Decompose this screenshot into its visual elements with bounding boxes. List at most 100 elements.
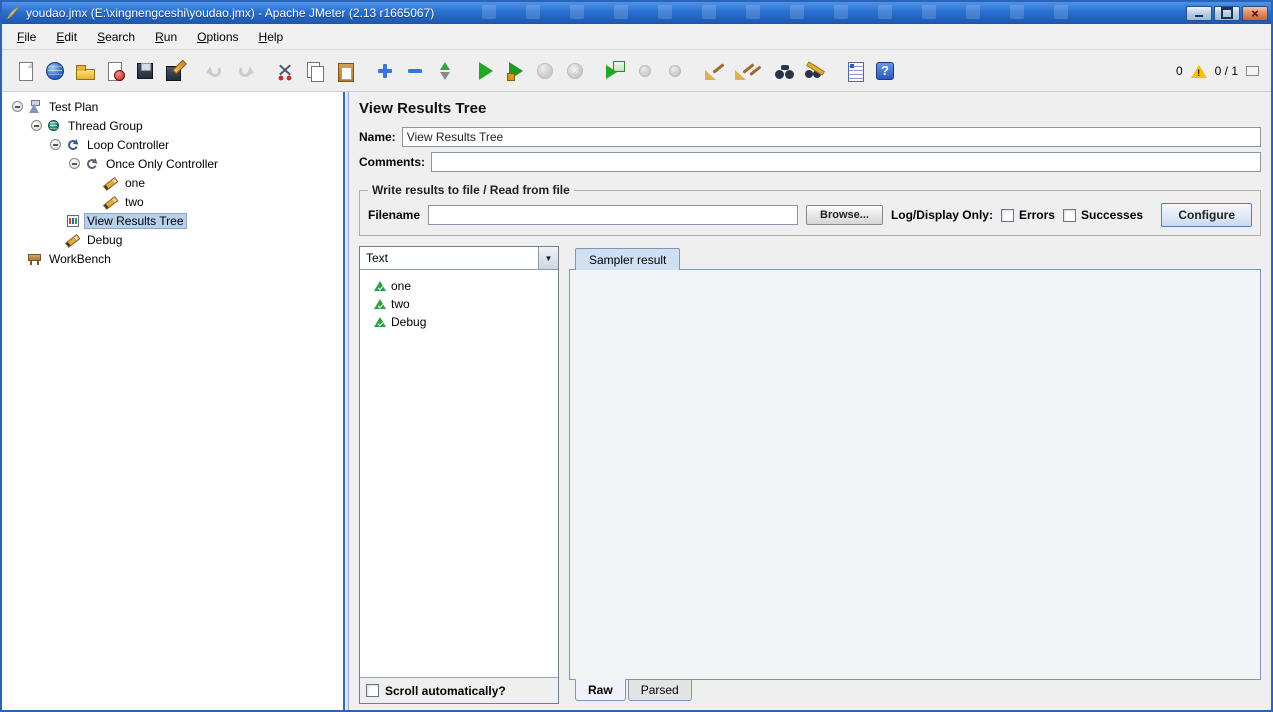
- tree-node-thread-group[interactable]: Thread Group: [2, 116, 343, 135]
- chevron-down-icon[interactable]: [538, 247, 558, 269]
- tree-node-debug[interactable]: Debug: [2, 230, 343, 249]
- collapse-all-button[interactable]: [400, 56, 430, 86]
- save-as-button[interactable]: [160, 56, 190, 86]
- warning-count: 0: [1175, 63, 1183, 78]
- cut-button[interactable]: [270, 56, 300, 86]
- result-item-two[interactable]: two: [360, 295, 558, 313]
- result-item-debug[interactable]: Debug: [360, 313, 558, 331]
- tab-raw[interactable]: Raw: [575, 679, 626, 701]
- shutdown-icon: [563, 59, 587, 83]
- stop-icon: [533, 59, 557, 83]
- menu-file[interactable]: File: [8, 26, 45, 48]
- tree-expand-handle[interactable]: [31, 120, 42, 131]
- remote-shutdown-all-icon: [663, 59, 687, 83]
- search-reset-button[interactable]: [800, 56, 830, 86]
- menu-options[interactable]: Options: [188, 26, 247, 48]
- maximize-button[interactable]: [1214, 5, 1240, 21]
- search-icon: [773, 59, 797, 83]
- tree-node-view-results-tree[interactable]: View Results Tree: [2, 211, 343, 230]
- templates-button[interactable]: [40, 56, 70, 86]
- sampler-result-content[interactable]: [569, 269, 1261, 680]
- clear-icon: [703, 59, 727, 83]
- configure-button[interactable]: Configure: [1161, 203, 1252, 227]
- tab-parsed[interactable]: Parsed: [627, 679, 692, 701]
- menu-search[interactable]: Search: [88, 26, 144, 48]
- copy-button[interactable]: [300, 56, 330, 86]
- open-file-button[interactable]: [70, 56, 100, 86]
- name-input[interactable]: [401, 127, 1261, 147]
- shutdown-button[interactable]: [560, 56, 590, 86]
- warning-icon[interactable]: [1190, 64, 1207, 78]
- page-title: View Results Tree: [359, 100, 487, 117]
- redo-button[interactable]: [230, 56, 260, 86]
- remote-start-all-button[interactable]: [600, 56, 630, 86]
- once-only-controller-icon: [84, 156, 99, 171]
- paste-button[interactable]: [330, 56, 360, 86]
- success-icon: [374, 316, 386, 328]
- comments-label: Comments:: [359, 155, 426, 169]
- results-tree[interactable]: one two Debug: [360, 270, 558, 677]
- tree-node-one[interactable]: one: [2, 173, 343, 192]
- start-icon: [473, 59, 497, 83]
- expand-all-button[interactable]: [370, 56, 400, 86]
- successes-checkbox[interactable]: [1062, 208, 1076, 222]
- function-helper-button[interactable]: [840, 56, 870, 86]
- remote-stop-all-icon: [633, 59, 657, 83]
- tree-expand-handle[interactable]: [50, 139, 61, 150]
- sampler-pencil-icon: [65, 232, 80, 247]
- window-title: youdao.jmx (E:\xingnengceshi\youdao.jmx)…: [26, 6, 435, 20]
- toggle-icon: [433, 59, 457, 83]
- start-no-pauses-button[interactable]: [500, 56, 530, 86]
- tree-node-workbench[interactable]: WorkBench: [2, 249, 343, 268]
- result-item-one[interactable]: one: [360, 277, 558, 295]
- tree-node-once-only-controller[interactable]: Once Only Controller: [2, 154, 343, 173]
- view-mode-value: Text: [366, 251, 389, 265]
- menu-help[interactable]: Help: [250, 26, 293, 48]
- close-button[interactable]: [1242, 5, 1268, 21]
- remote-stop-all-button[interactable]: [630, 56, 660, 86]
- browse-button[interactable]: Browse...: [806, 205, 883, 225]
- success-icon: [374, 280, 386, 292]
- expand-all-icon: [373, 59, 397, 83]
- search-button[interactable]: [770, 56, 800, 86]
- undo-button[interactable]: [200, 56, 230, 86]
- menu-edit[interactable]: Edit: [47, 26, 86, 48]
- scroll-automatically-checkbox[interactable]: [366, 684, 379, 697]
- tree-node-test-plan[interactable]: Test Plan: [2, 97, 343, 116]
- tree-expand-handle[interactable]: [12, 101, 23, 112]
- help-icon: [873, 59, 897, 83]
- redo-icon: [233, 59, 257, 83]
- clear-button[interactable]: [700, 56, 730, 86]
- tab-sampler-result[interactable]: Sampler result: [575, 248, 681, 270]
- success-icon: [374, 298, 386, 310]
- menu-run[interactable]: Run: [146, 26, 186, 48]
- help-button[interactable]: [870, 56, 900, 86]
- errors-checkbox[interactable]: [1000, 208, 1014, 222]
- test-plan-tree[interactable]: Test Plan Thread Group Loop Controller O…: [2, 92, 343, 710]
- errors-label: Errors: [1018, 208, 1055, 222]
- thread-counter: 0 / 1: [1214, 63, 1238, 78]
- tree-node-loop-controller[interactable]: Loop Controller: [2, 135, 343, 154]
- close-file-icon: [103, 59, 127, 83]
- main-panel: View Results Tree Name: Comments: Write …: [349, 92, 1271, 710]
- remote-shutdown-all-button[interactable]: [660, 56, 690, 86]
- tree-expand-handle[interactable]: [69, 158, 80, 169]
- start-button[interactable]: [470, 56, 500, 86]
- comments-input[interactable]: [431, 152, 1261, 172]
- loop-controller-icon: [65, 137, 80, 152]
- stop-button[interactable]: [530, 56, 560, 86]
- close-file-button[interactable]: [100, 56, 130, 86]
- view-mode-select[interactable]: Text: [360, 247, 558, 270]
- clear-all-button[interactable]: [730, 56, 760, 86]
- successes-label: Successes: [1080, 208, 1144, 222]
- new-file-button[interactable]: [10, 56, 40, 86]
- collapse-all-icon: [403, 59, 427, 83]
- toggle-button[interactable]: [430, 56, 460, 86]
- filename-input[interactable]: [428, 205, 799, 225]
- write-results-legend: Write results to file / Read from file: [372, 183, 570, 197]
- tree-node-two[interactable]: two: [2, 192, 343, 211]
- cut-icon: [273, 58, 297, 83]
- title-bar[interactable]: youdao.jmx (E:\xingnengceshi\youdao.jmx)…: [2, 2, 1271, 24]
- minimize-button[interactable]: [1186, 5, 1212, 21]
- save-button[interactable]: [130, 56, 160, 86]
